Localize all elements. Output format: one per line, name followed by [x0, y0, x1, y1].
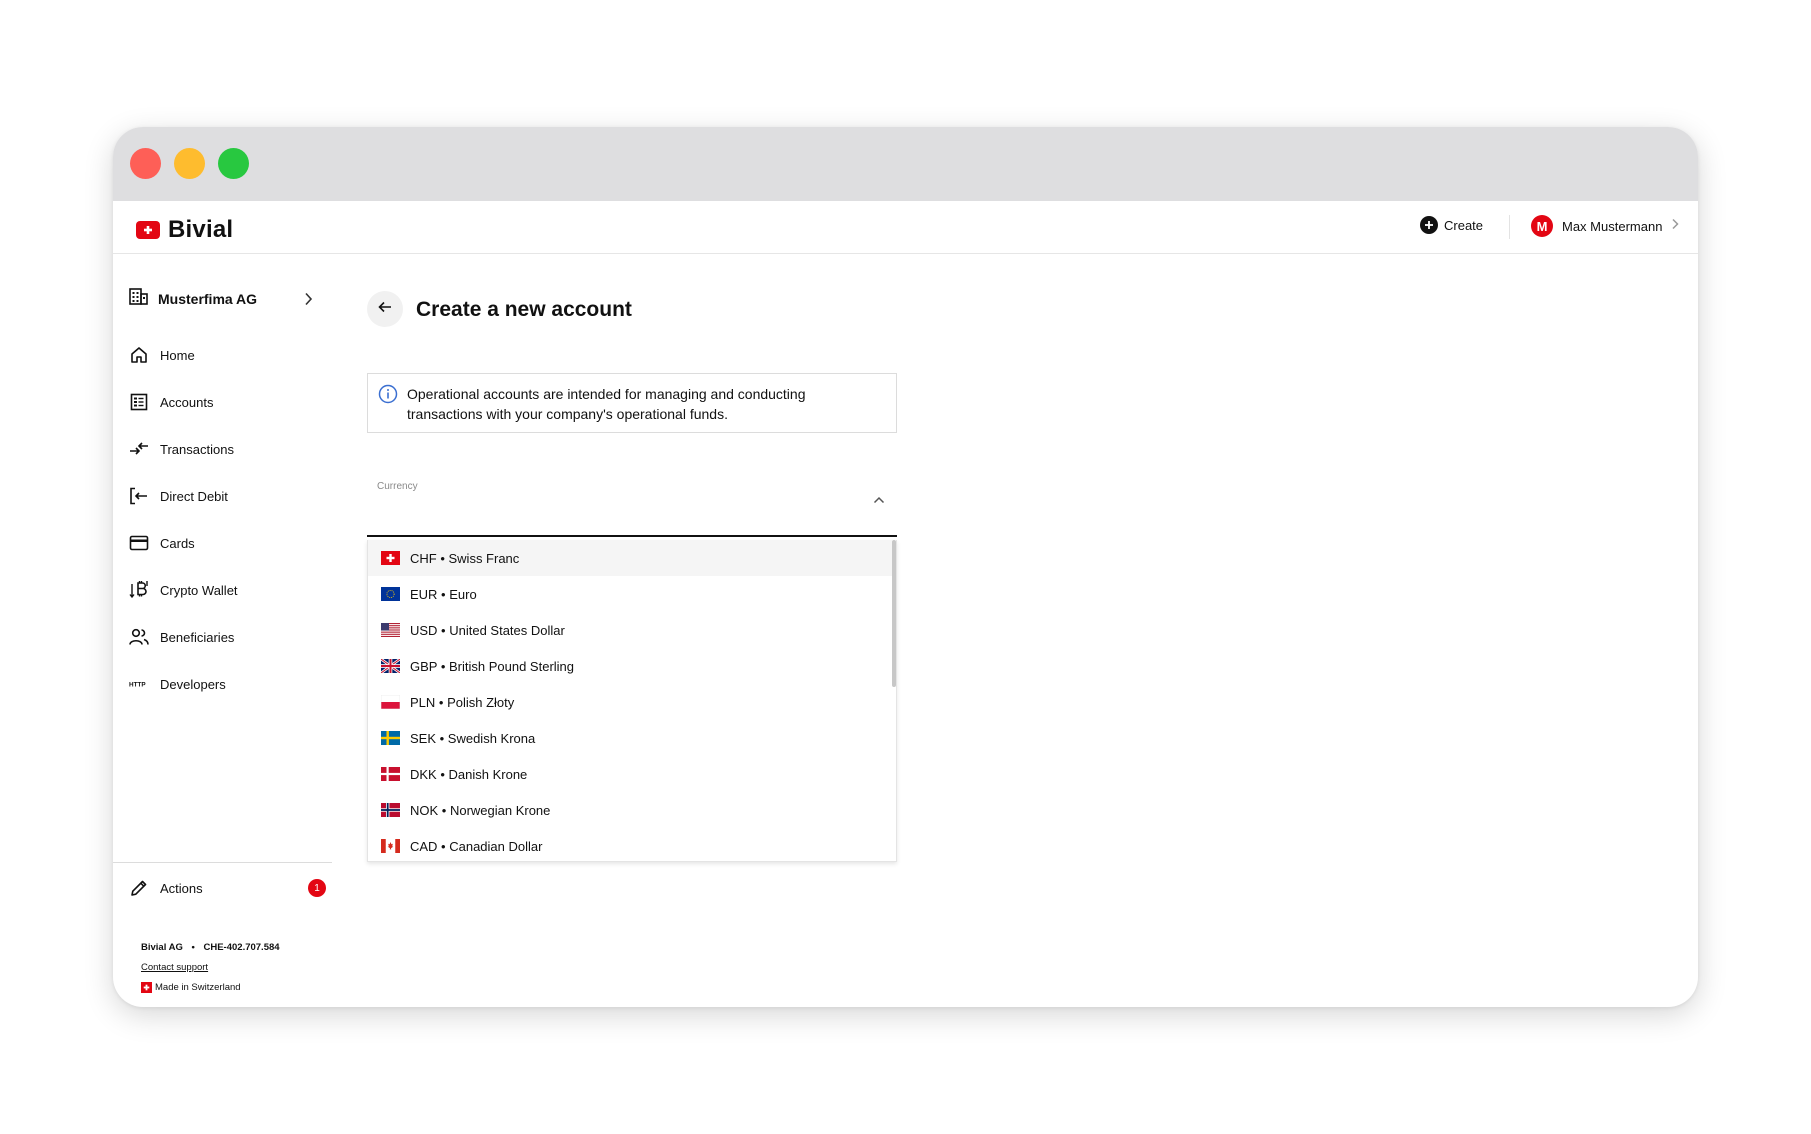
company-reg-number: CHE-402.707.584 [203, 942, 280, 953]
home-icon [129, 345, 149, 365]
made-in-switzerland: Made in Switzerland [141, 982, 241, 993]
sidebar-item-transactions[interactable]: Transactions [129, 437, 319, 461]
card-icon [129, 533, 149, 553]
currency-option-label: GBP • British Pound Sterling [410, 658, 575, 674]
window-minimize-button[interactable] [174, 148, 205, 179]
currency-option-label: PLN • Polish Złoty [410, 694, 515, 710]
currency-option-label: SEK • Swedish Krona [410, 730, 536, 746]
currency-option-sek[interactable]: SEK • Swedish Krona [368, 720, 892, 756]
sidebar-item-crypto-wallet[interactable]: Crypto Wallet [129, 578, 319, 602]
sidebar-divider [113, 862, 332, 863]
us-flag-icon [381, 623, 400, 637]
sidebar-item-label: Direct Debit [160, 488, 228, 504]
currency-dropdown: CHF • Swiss Franc EUR • Euro USD • Unite… [367, 540, 897, 862]
sidebar-item-label: Cards [160, 535, 195, 551]
sidebar-item-label: Transactions [160, 441, 234, 457]
dropdown-scrollbar[interactable] [892, 540, 896, 687]
norway-flag-icon [381, 803, 400, 817]
currency-option-usd[interactable]: USD • United States Dollar [368, 612, 892, 648]
direct-debit-icon [129, 486, 149, 506]
page-title: Create a new account [416, 298, 632, 321]
currency-option-cad[interactable]: CAD • Canadian Dollar [368, 828, 892, 861]
sidebar-item-label: Accounts [160, 394, 214, 410]
currency-select[interactable]: Currency [367, 467, 897, 537]
currency-option-label: CHF • Swiss Franc [410, 550, 520, 566]
create-button[interactable]: Create [1420, 216, 1483, 234]
sidebar-item-developers[interactable]: HTTP Developers [129, 672, 319, 696]
plus-circle-icon [1420, 216, 1438, 234]
info-text: Operational accounts are intended for ma… [407, 386, 806, 422]
sidebar-item-home[interactable]: Home [129, 343, 319, 367]
sidebar-item-actions[interactable]: Actions [129, 876, 329, 900]
http-icon: HTTP [129, 674, 149, 694]
brand-name: Bivial [168, 216, 234, 243]
header-divider [1509, 215, 1510, 239]
actions-count-badge: 1 [308, 879, 326, 897]
user-name: Max Mustermann [1562, 218, 1663, 234]
sidebar-item-direct-debit[interactable]: Direct Debit [129, 484, 319, 508]
currency-option-pln[interactable]: PLN • Polish Złoty [368, 684, 892, 720]
pencil-icon [129, 878, 149, 898]
sidebar-item-accounts[interactable]: Accounts [129, 390, 319, 414]
info-icon [378, 384, 398, 409]
denmark-flag-icon [381, 767, 400, 781]
currency-label: Currency [377, 481, 418, 492]
app-header: Bivial Create M Max Mustermann [113, 201, 1698, 254]
currency-option-chf[interactable]: CHF • Swiss Franc [368, 540, 892, 576]
crypto-wallet-icon [129, 580, 149, 600]
currency-option-label: CAD • Canadian Dollar [410, 838, 543, 854]
window-maximize-button[interactable] [218, 148, 249, 179]
sidebar-item-label: Beneficiaries [160, 629, 235, 645]
made-in-label: Made in Switzerland [155, 982, 241, 993]
back-button[interactable] [367, 291, 403, 327]
beneficiaries-icon [129, 627, 149, 647]
chevron-up-icon [873, 491, 885, 509]
create-label: Create [1444, 217, 1484, 233]
currency-option-label: DKK • Danish Krone [410, 766, 528, 782]
swiss-cross-icon [136, 221, 160, 239]
building-icon [129, 288, 148, 310]
separator-dot: • [191, 942, 195, 953]
org-switcher[interactable]: Musterfima AG [129, 288, 319, 310]
chevron-right-icon [304, 292, 313, 311]
info-box: Operational accounts are intended for ma… [367, 373, 897, 433]
currency-option-eur[interactable]: EUR • Euro [368, 576, 892, 612]
arrow-left-icon [378, 300, 392, 318]
sweden-flag-icon [381, 731, 400, 745]
currency-option-label: NOK • Norwegian Krone [410, 802, 551, 818]
brand-logo[interactable]: Bivial [136, 216, 233, 244]
eu-flag-icon [381, 587, 400, 601]
svg-text:HTTP: HTTP [129, 682, 146, 689]
avatar: M [1531, 215, 1553, 237]
company-name: Bivial AG [141, 942, 183, 953]
contact-support-link[interactable]: Contact support [141, 962, 208, 973]
sidebar-item-label: Home [160, 347, 195, 363]
sidebar-item-cards[interactable]: Cards [129, 531, 319, 555]
poland-flag-icon [381, 695, 400, 709]
currency-option-gbp[interactable]: GBP • British Pound Sterling [368, 648, 892, 684]
transactions-icon [129, 439, 149, 459]
currency-option-dkk[interactable]: DKK • Danish Krone [368, 756, 892, 792]
sidebar-item-label: Actions [160, 880, 203, 896]
currency-option-label: USD • United States Dollar [410, 622, 565, 638]
sidebar-item-label: Developers [160, 676, 226, 692]
sidebar-item-beneficiaries[interactable]: Beneficiaries [129, 625, 319, 649]
swiss-flag-icon [381, 551, 400, 565]
window-titlebar [113, 127, 1698, 201]
window-close-button[interactable] [130, 148, 161, 179]
company-info: Bivial AG • CHE-402.707.584 [141, 942, 280, 953]
currency-option-nok[interactable]: NOK • Norwegian Krone [368, 792, 892, 828]
sidebar: Musterfima AG Home Accounts Transactions [113, 255, 332, 1007]
sidebar-item-label: Crypto Wallet [160, 582, 238, 598]
swiss-flag-icon [141, 982, 152, 993]
chevron-right-icon [1671, 217, 1679, 235]
currency-option-label: EUR • Euro [410, 586, 477, 602]
accounts-icon [129, 392, 149, 412]
app-window: Bivial Create M Max Mustermann Musterfim… [113, 127, 1698, 1007]
canada-flag-icon [381, 839, 400, 853]
uk-flag-icon [381, 659, 400, 673]
user-menu[interactable]: M Max Mustermann [1531, 215, 1679, 237]
org-name: Musterfima AG [158, 291, 258, 307]
